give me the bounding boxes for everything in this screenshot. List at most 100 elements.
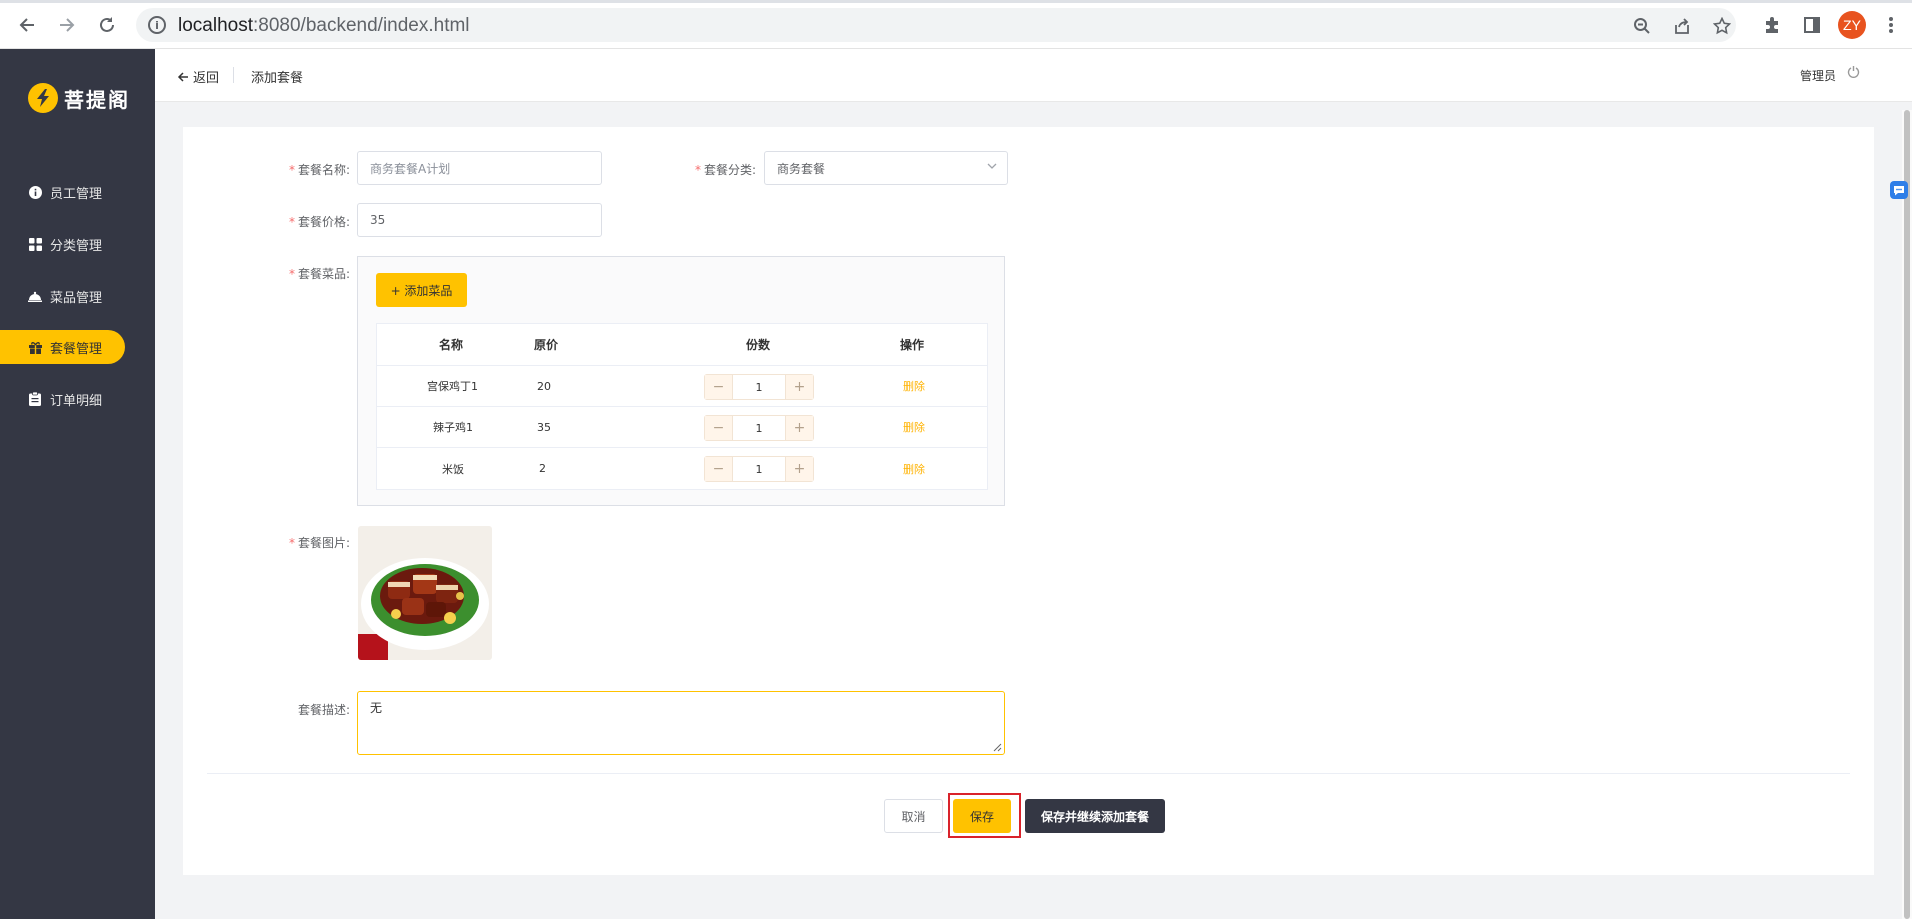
setmeal-name-placeholder: 商务套餐A计划 — [370, 161, 451, 176]
setmeal-price-value: 35 — [370, 213, 386, 227]
column-header-name: 名称 — [439, 338, 464, 352]
food-photo — [358, 526, 492, 660]
setmeal-image-label: * 套餐图片: — [288, 536, 350, 550]
decrease-button[interactable]: − — [705, 375, 732, 399]
setmeal-price-label: * 套餐价格: — [288, 215, 350, 229]
setmeal-name-label: * 套餐名称: — [288, 163, 350, 177]
back-label: 返回 — [193, 71, 220, 86]
sidebar-item-employee[interactable]: 员工管理 — [0, 175, 125, 209]
column-header-price: 原价 — [534, 338, 559, 352]
quantity-stepper: − 1 + — [704, 456, 814, 482]
logo: 菩提阁 — [28, 83, 130, 113]
setmeal-image-upload[interactable] — [358, 526, 492, 660]
dish-price: 2 — [539, 462, 546, 475]
table-header: 名称 原价 份数 操作 — [377, 324, 987, 366]
back-arrow-icon — [177, 71, 188, 82]
dish-name: 宫保鸡丁1 — [427, 380, 478, 393]
sidebar-item-label: 菜品管理 — [50, 290, 103, 306]
setmeal-dishes-label: * 套餐菜品: — [288, 267, 350, 281]
dish-name: 辣子鸡1 — [433, 421, 473, 434]
column-header-action: 操作 — [900, 338, 925, 352]
forward-arrow-icon[interactable] — [54, 12, 80, 38]
cancel-button[interactable]: 取消 — [884, 799, 943, 833]
sidebar-item-category[interactable]: 分类管理 — [0, 227, 125, 261]
page-scrollbar[interactable] — [1902, 110, 1912, 919]
dish-price: 35 — [537, 420, 551, 434]
page-header: 返回 添加套餐 管理员 — [155, 49, 1912, 102]
sidebar: 菩提阁 员工管理 分类管理 菜品管理 套餐管理 订单明细 — [0, 49, 155, 919]
sidebar-item-label: 套餐管理 — [50, 341, 103, 357]
browser-toolbar: i localhost:8080/backend/index.html ZY — [0, 0, 1912, 49]
dish-price: 20 — [537, 379, 551, 393]
add-dish-button[interactable]: + 添加菜品 — [376, 273, 467, 307]
share-icon[interactable] — [1671, 15, 1693, 37]
dish-name: 米饭 — [442, 462, 464, 476]
dish-panel: + 添加菜品 名称 原价 份数 操作 宫保鸡丁1 20 − 1 + 删除 辣子鸡… — [357, 256, 1005, 506]
dish-table: 名称 原价 份数 操作 宫保鸡丁1 20 − 1 + 删除 辣子鸡1 35 − — [376, 323, 988, 490]
delete-link[interactable]: 删除 — [903, 407, 925, 447]
quantity-value[interactable]: 1 — [732, 416, 786, 440]
grid-icon — [28, 237, 42, 251]
quantity-value[interactable]: 1 — [732, 457, 786, 481]
form-divider — [207, 773, 1850, 774]
logo-text: 菩提阁 — [64, 87, 130, 112]
increase-button[interactable]: + — [786, 457, 813, 481]
table-row: 米饭 2 − 1 + 删除 — [377, 448, 987, 489]
quantity-value[interactable]: 1 — [732, 375, 786, 399]
header-divider — [233, 67, 234, 83]
delete-link[interactable]: 删除 — [903, 448, 925, 489]
reload-icon[interactable] — [94, 12, 120, 38]
address-bar[interactable]: i localhost:8080/backend/index.html — [136, 8, 1736, 42]
sidebar-item-dish[interactable]: 菜品管理 — [0, 279, 125, 313]
dish-cover-icon — [28, 289, 42, 303]
setmeal-price-input[interactable]: 35 — [357, 203, 602, 237]
profile-avatar[interactable]: ZY — [1838, 11, 1866, 39]
side-panel-icon[interactable] — [1799, 12, 1825, 38]
power-icon[interactable] — [1847, 65, 1860, 81]
site-info-icon[interactable]: i — [148, 16, 166, 34]
setmeal-category-select[interactable]: 商务套餐 — [764, 151, 1008, 185]
back-link[interactable]: 返回 — [177, 67, 219, 86]
sidebar-item-orders[interactable]: 订单明细 — [0, 382, 125, 416]
sidebar-item-label: 订单明细 — [50, 393, 103, 409]
gift-icon — [28, 340, 42, 354]
increase-button[interactable]: + — [786, 375, 813, 399]
info-circle-icon — [28, 185, 42, 199]
resize-handle-icon[interactable] — [993, 743, 1002, 752]
sidebar-item-label: 员工管理 — [50, 186, 103, 202]
extensions-icon[interactable] — [1759, 12, 1785, 38]
save-button[interactable]: 保存 — [953, 799, 1011, 833]
table-row: 辣子鸡1 35 − 1 + 删除 — [377, 407, 987, 448]
setmeal-description-value: 无 — [370, 701, 383, 715]
decrease-button[interactable]: − — [705, 416, 732, 440]
tab-strip-edge — [0, 0, 1912, 3]
clipboard-icon — [28, 392, 42, 406]
setmeal-description-label: 套餐描述: — [297, 703, 350, 717]
setmeal-category-value: 商务套餐 — [777, 161, 826, 176]
setmeal-description-textarea[interactable]: 无 — [357, 691, 1005, 755]
decrease-button[interactable]: − — [705, 457, 732, 481]
url-text[interactable]: localhost:8080/backend/index.html — [178, 15, 470, 37]
chevron-down-icon — [987, 161, 997, 174]
zoom-icon[interactable] — [1631, 15, 1653, 37]
sidebar-item-setmeal[interactable]: 套餐管理 — [0, 330, 125, 364]
user-name: 管理员 — [1799, 69, 1836, 83]
sidebar-item-label: 分类管理 — [50, 238, 103, 254]
logo-mark-icon — [28, 83, 58, 113]
back-arrow-icon[interactable] — [14, 12, 40, 38]
save-and-continue-button[interactable]: 保存并继续添加套餐 — [1025, 799, 1165, 833]
column-header-qty: 份数 — [746, 338, 771, 352]
chat-bubble-icon[interactable] — [1890, 181, 1908, 199]
setmeal-category-label: * 套餐分类: — [694, 163, 756, 177]
table-row: 宫保鸡丁1 20 − 1 + 删除 — [377, 366, 987, 407]
increase-button[interactable]: + — [786, 416, 813, 440]
delete-link[interactable]: 删除 — [903, 366, 925, 406]
bookmark-star-icon[interactable] — [1711, 15, 1733, 37]
more-icon[interactable] — [1878, 12, 1904, 38]
page-title: 添加套餐 — [251, 71, 304, 86]
setmeal-name-input[interactable]: 商务套餐A计划 — [357, 151, 602, 185]
scrollbar-thumb[interactable] — [1904, 110, 1910, 919]
quantity-stepper: − 1 + — [704, 415, 814, 441]
form-card: * 套餐名称: 商务套餐A计划 * 套餐分类: 商务套餐 * 套餐价格: 35 * 套餐… — [183, 127, 1874, 875]
quantity-stepper: − 1 + — [704, 374, 814, 400]
